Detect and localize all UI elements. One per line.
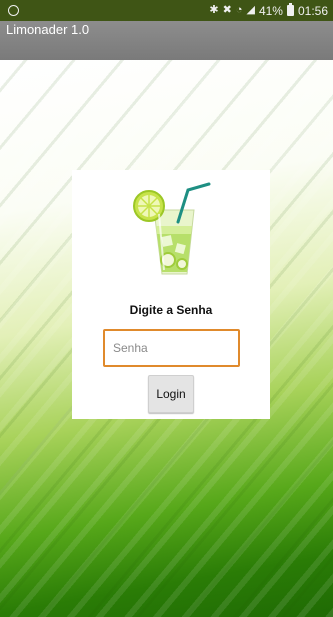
clock-time: 01:56 xyxy=(297,3,328,18)
wifi-icon: ◔ xyxy=(235,4,243,16)
mute-icon: ✖ xyxy=(222,4,232,16)
app-screen: ✱ ✖ ◔ ◢ 41% 01:56 Limonader 1.0 Digite a… xyxy=(0,0,333,617)
lemonade-glass-icon xyxy=(133,182,211,275)
login-card: Digite a Senha Login xyxy=(72,170,270,419)
battery-icon xyxy=(286,3,294,16)
app-title-bar: Limonader 1.0 xyxy=(0,21,333,60)
battery-percent: 41% xyxy=(258,3,283,18)
password-prompt: Digite a Senha xyxy=(129,303,213,317)
bluetooth-icon: ✱ xyxy=(209,4,219,16)
login-button[interactable]: Login xyxy=(148,375,194,413)
status-bar: ✱ ✖ ◔ ◢ 41% 01:56 xyxy=(0,0,333,21)
signal-icon: ◢ xyxy=(246,4,255,16)
app-title: Limonader 1.0 xyxy=(6,22,90,37)
whatsapp-icon xyxy=(8,5,19,16)
password-input[interactable] xyxy=(103,329,240,367)
